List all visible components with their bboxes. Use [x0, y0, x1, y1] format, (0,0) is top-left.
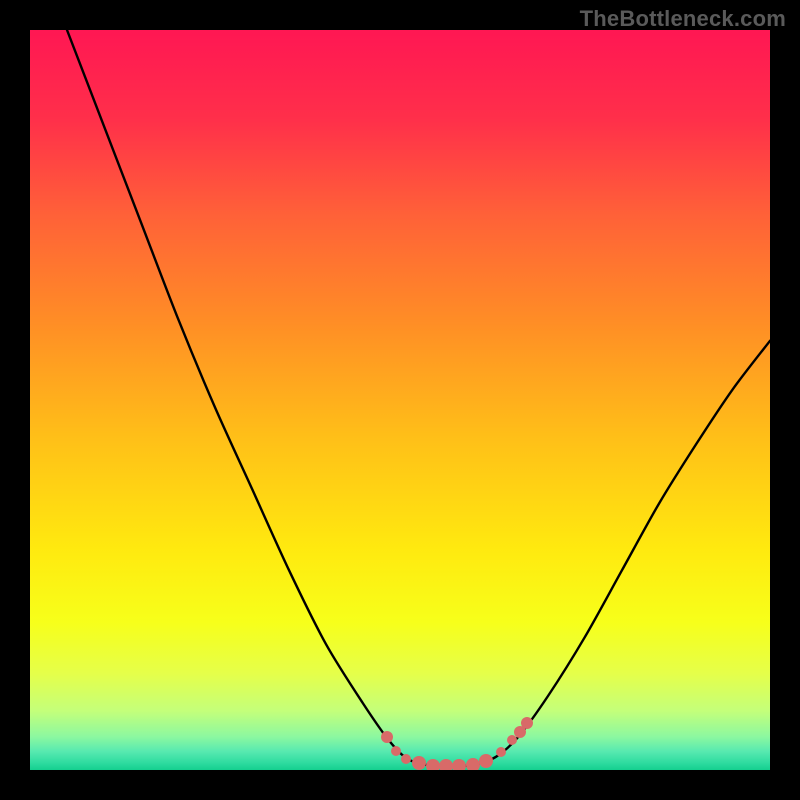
curve-marker [479, 754, 493, 768]
curve-marker [381, 731, 393, 743]
background-gradient [30, 30, 770, 770]
curve-marker [391, 746, 401, 756]
curve-marker [439, 759, 453, 770]
curve-marker [521, 717, 533, 729]
plot-area [30, 30, 770, 770]
curve-marker [452, 759, 466, 770]
curve-marker [496, 747, 506, 757]
curve-marker [412, 756, 426, 770]
curve-marker [507, 735, 517, 745]
curve-marker [466, 758, 480, 770]
curve-marker [426, 759, 440, 770]
outer-frame: TheBottleneck.com [0, 0, 800, 800]
watermark-text: TheBottleneck.com [580, 6, 786, 32]
curve-marker [401, 754, 411, 764]
